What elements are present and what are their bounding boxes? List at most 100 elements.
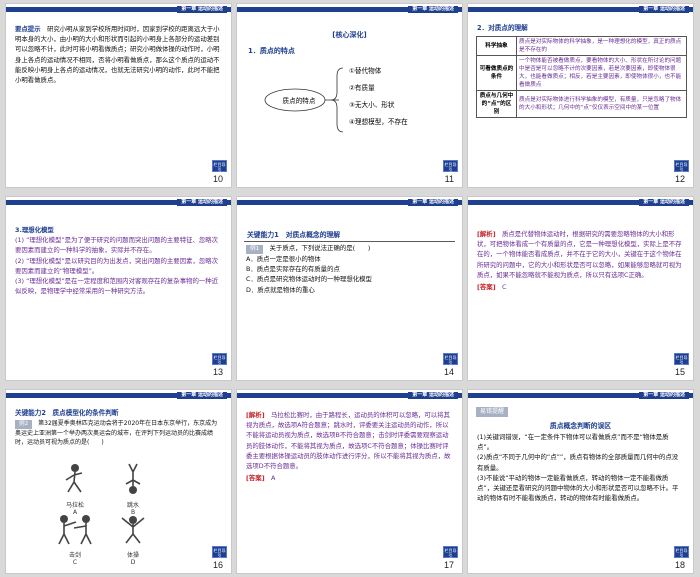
analysis-text: 质点是代替物体运动时，根据研究的需要忽略物体的大小和形状，可把物体看成一个有质量… (477, 230, 682, 279)
chapter-bar: 第一章 运动的描述 (468, 4, 693, 15)
answer-option[interactable]: C．质点是研究物体运动时的一种理想化模型 (246, 274, 453, 284)
answer-label: [答案] (477, 283, 496, 292)
concept-table: 科学抽象 质点是对实际物体的科学抽象，是一种理想化的模型，真正的质点是不存在的 可… (476, 36, 687, 118)
slide-18-body: (1)关键词错误，“在一定条件下物体可以看做质点”而不是“物体是质点”。 (2)… (477, 432, 684, 503)
slide-10[interactable]: 第一章 运动的描述 要点提示 研究小明从家到学校所用时间时，因家到学校的距离远大… (5, 3, 232, 188)
nav-button[interactable]: 栏目导引 (212, 546, 227, 558)
table-value: 质点是对实际物体进行科学抽象的模型，有质量，只是忽略了物体的大小和形状；几何中的… (516, 90, 687, 118)
table-value: 质点是对实际物体的科学抽象，是一种理想化的模型，真正的质点是不存在的 (516, 36, 687, 56)
chapter-tag: 第一章 运动的描述 (408, 199, 458, 206)
answer-label: [答案] (246, 474, 265, 483)
chapter-bar: 第一章 运动的描述 (6, 4, 231, 15)
table-row: 科学抽象 质点是对实际物体的科学抽象，是一种理想化的模型，真正的质点是不存在的 (476, 36, 687, 56)
nav-button[interactable]: 栏目导引 (674, 160, 689, 172)
slide-13[interactable]: 第一章 运动的描述 3.理想化模型 (1) “理想化模型”是为了便于研究的问题而… (5, 196, 232, 381)
slide-title: 关键能力1 对质点概念的理解 (247, 231, 341, 239)
table-row: 可看做质点的条件 一个物体能否被看做质点，要看物体的大小、形状在所讨论的问题中是否… (476, 55, 687, 91)
slide-number: 18 (674, 560, 685, 570)
slide-15[interactable]: 第一章 运动的描述 [解析] 质点是代替物体运动时，根据研究的需要忽略物体的大小… (467, 196, 694, 381)
chapter-bar: 第一章 运动的描述 (237, 390, 462, 401)
figure-diving: 跳水 B (108, 462, 158, 516)
paragraph: (1) “理想化模型”是为了便于研究的问题而突出问题的主要特征、忽略次要因素而建… (15, 236, 219, 255)
slide-15-body: [解析] 质点是代替物体运动时，根据研究的需要忽略物体的大小和形状，可把物体看成… (477, 229, 684, 292)
chapter-bar: 第一章 运动的描述 (468, 197, 693, 208)
table-key: 科学抽象 (476, 36, 517, 56)
figure-marathon: 马拉松 A (50, 462, 100, 516)
feature-item: ③无大小、形状 (349, 101, 395, 109)
chapter-tag: 第一章 运动的描述 (639, 392, 689, 399)
chapter-tag: 第一章 运动的描述 (177, 392, 227, 399)
chapter-tag: 第一章 运动的描述 (408, 392, 458, 399)
slide-title: 关键能力2 质点模型化的条件判断 (15, 409, 119, 417)
slide-14-body: 例1 关于质点，下列说法正确的是( ) A．质点一定是很小的物体 B．质点是实际… (246, 243, 453, 295)
figure-gymnastics: 体操 D (108, 512, 158, 566)
chapter-bar: 第一章 运动的描述 (468, 390, 693, 401)
chapter-bar: 第一章 运动的描述 (237, 197, 462, 208)
slide-13-body: 3.理想化模型 (1) “理想化模型”是为了便于研究的问题而突出问题的主要特征、… (15, 225, 222, 296)
runner-icon (65, 464, 83, 493)
table-key: 可看做质点的条件 (476, 55, 517, 91)
slide-16-body: 例2 第32届夏季奥林匹克运动会将于2020年在日本东京举行，东京成为奥运史上亚… (15, 419, 222, 448)
figure-fencing: 击剑 C (50, 512, 100, 566)
gymnast-icon (121, 516, 145, 544)
figure-caption: 击剑 (68, 552, 81, 559)
nav-button[interactable]: 栏目导引 (674, 353, 689, 365)
slide-number: 13 (212, 367, 223, 377)
chapter-bar: 第一章 运动的描述 (6, 197, 231, 208)
nav-button[interactable]: 栏目导引 (212, 160, 227, 172)
feature-item: ②有质量 (349, 84, 375, 92)
example-badge: 例1 (246, 245, 264, 254)
feature-item: ④理想模型，不存在 (349, 118, 408, 126)
mind-map-center: 质点的特点 (282, 97, 316, 105)
paragraph: (2)质点“不同于几何中的“点””，质点有物体的全部质量而几何中的点没有质量。 (477, 453, 679, 472)
nav-button[interactable]: 栏目导引 (443, 546, 458, 558)
nav-button[interactable]: 栏目导引 (674, 546, 689, 558)
slide-10-body: 要点提示 研究小明从家到学校所用时间时，因家到学校的距离远大于小明本身的大小，由… (15, 24, 222, 85)
question-stem: 第32届夏季奥林匹克运动会将于2020年在日本东京举行，东京成为奥运史上亚洲第一… (15, 420, 218, 447)
chapter-tag: 第一章 运动的描述 (639, 6, 689, 13)
answer-option[interactable]: D．质点就是物体的重心 (246, 285, 453, 295)
table-row: 质点与几何中的“点”的区别 质点是对实际物体进行科学抽象的模型，有质量，只是忽略了… (476, 90, 687, 118)
figure-letter: D (130, 559, 136, 566)
slide-12[interactable]: 第一章 运动的描述 2．对质点的理解 科学抽象 质点是对实际物体的科学抽象，是一种… (467, 3, 694, 188)
chapter-tag: 第一章 运动的描述 (639, 199, 689, 206)
nav-button[interactable]: 栏目导引 (443, 353, 458, 365)
nav-button[interactable]: 栏目导引 (443, 160, 458, 172)
slide-14[interactable]: 第一章 运动的描述 关键能力1 对质点概念的理解 例1 关于质点，下列说法正确的… (236, 196, 463, 381)
table-value: 一个物体能否被看做质点，要看物体的大小、形状在所讨论的问题中是否是可以忽略不计的… (516, 55, 687, 91)
analysis-label: [解析] (477, 230, 496, 238)
slide-number: 10 (212, 174, 223, 184)
slide-17-body: [解析] 马拉松比赛时，由于路程长，运动员的体积可以忽略，可以将其视为质点，故选… (246, 410, 453, 483)
paragraph: (3) “理想化模型”是在一定程度和范围内对客观存在的复杂事物的一种近似反映，是… (15, 277, 219, 296)
table-key: 质点与几何中的“点”的区别 (476, 90, 517, 118)
answer-option[interactable]: B．质点是实际存在的有质量的点 (246, 264, 453, 274)
chapter-bar: 第一章 运动的描述 (237, 4, 462, 15)
slide-16[interactable]: 第一章 运动的描述 关键能力2 质点模型化的条件判断 例2 第32届夏季奥林匹克… (5, 389, 232, 574)
question-stem: 关于质点，下列说法正确的是( ) (269, 244, 371, 252)
slide-11[interactable]: 第一章 运动的描述 [核心深化] 1．质点的特点 质点的特点 ①替代物体 ②有质… (236, 3, 463, 188)
figure-letter: C (72, 559, 78, 566)
slide-17[interactable]: 第一章 运动的描述 [解析] 马拉松比赛时，由于路程长，运动员的体积可以忽略，可… (236, 389, 463, 574)
figure-caption: 跳水 (126, 502, 139, 509)
example-badge: 例2 (15, 420, 33, 429)
figure-grid: 马拉松 A 跳水 B 击剑 C 体操 D (50, 462, 160, 566)
answer-value: C (502, 283, 507, 292)
chapter-tag: 第一章 运动的描述 (177, 6, 227, 13)
chapter-tag: 第一章 运动的描述 (408, 6, 458, 13)
analysis-text: 马拉松比赛时，由于路程长，运动员的体积可以忽略，可以将其视为质点，故选项A符合题… (246, 411, 451, 471)
feature-item: ①替代物体 (349, 67, 382, 75)
answer-option[interactable]: A．质点一定是很小的物体 (246, 254, 453, 264)
slide-number: 15 (674, 367, 685, 377)
hint-text: 研究小明从家到学校所用时间时，因家到学校的距离远大于小明本身的大小，由小明的大小… (15, 25, 220, 85)
slide-18[interactable]: 第一章 运动的描述 易错提醒 质点概念判断的误区 (1)关键词错误，“在一定条件… (467, 389, 694, 574)
nav-button[interactable]: 栏目导引 (212, 353, 227, 365)
mind-map-items: ①替代物体 ②有质量 ③无大小、形状 ④理想模型，不存在 (349, 63, 408, 131)
figure-caption: 马拉松 (65, 502, 84, 509)
section-header: [核心深化] (332, 31, 367, 39)
slide-title: 1．质点的特点 (248, 47, 295, 55)
diver-icon (125, 463, 141, 494)
tip-badge: 易错提醒 (476, 407, 509, 417)
answer-value: A (271, 474, 276, 483)
chapter-bar: 第一章 运动的描述 (6, 390, 231, 401)
title-divider (244, 241, 455, 242)
